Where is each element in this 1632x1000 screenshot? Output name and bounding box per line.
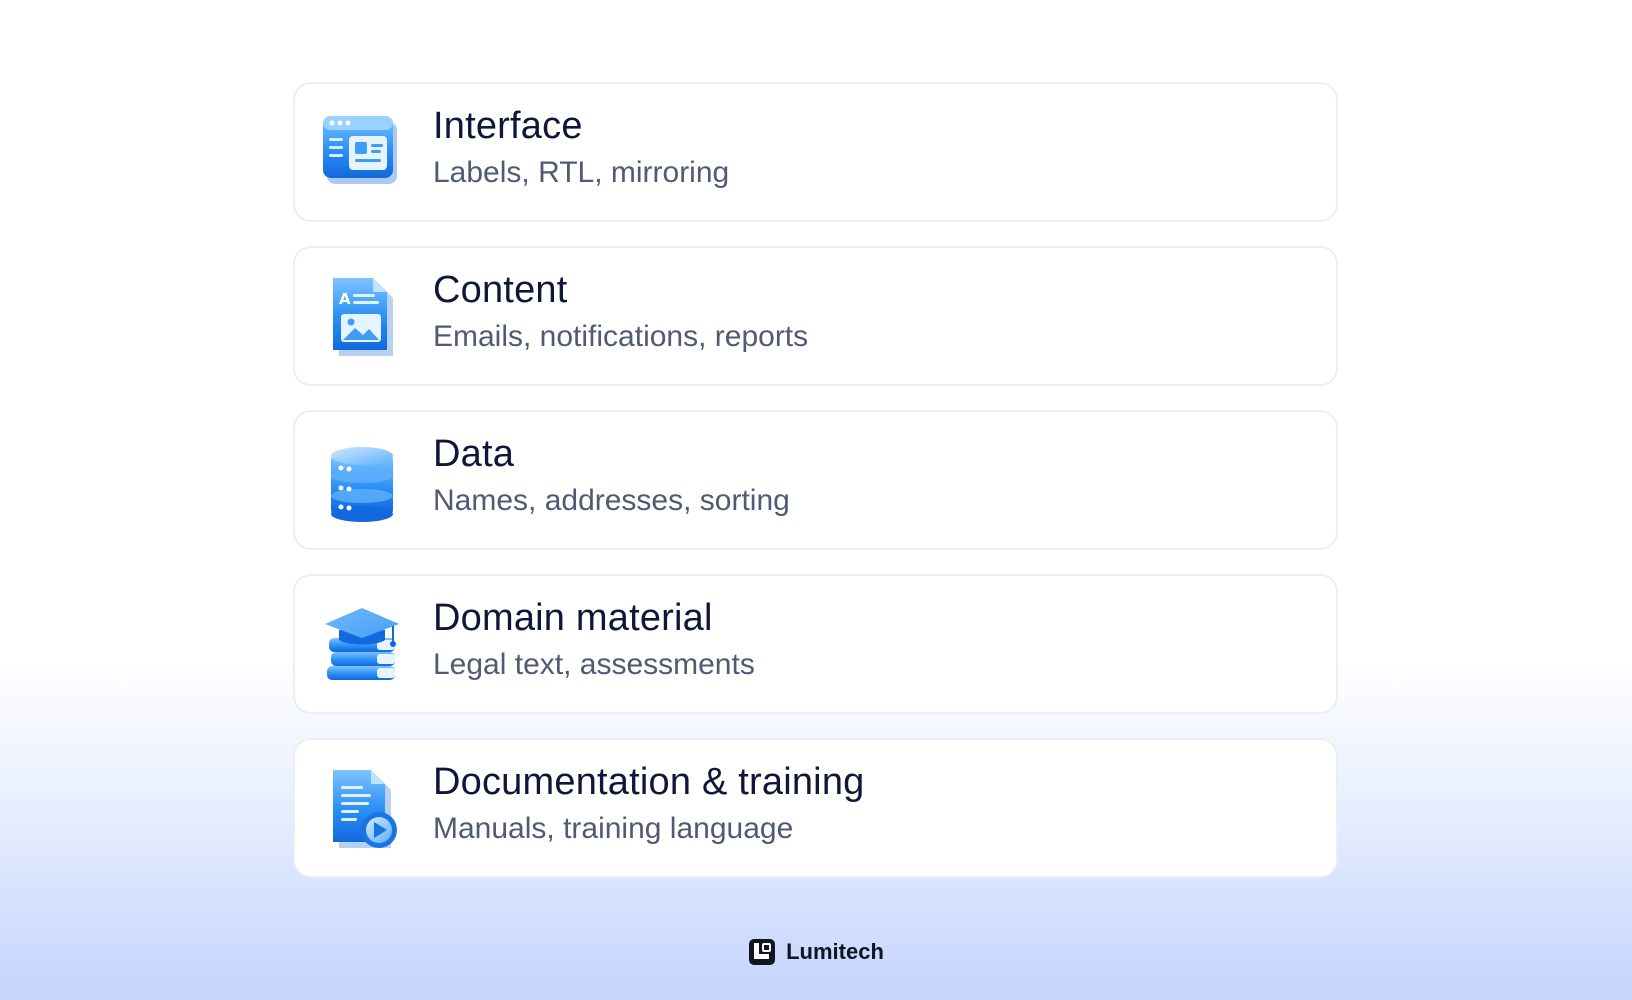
document-image-icon: A: [317, 272, 407, 362]
card-documentation-training: Documentation & training Manuals, traini…: [293, 738, 1338, 878]
graduation-books-icon: [317, 600, 407, 690]
card-content: A Content Emails, notifications, reports: [293, 246, 1338, 386]
card-subtitle: Labels, RTL, mirroring: [433, 156, 730, 189]
card-subtitle: Emails, notifications, reports: [433, 320, 809, 353]
card-subtitle: Manuals, training language: [433, 812, 794, 845]
card-title: Documentation & training: [433, 761, 865, 803]
document-video-icon: [317, 764, 407, 854]
card-title: Content: [433, 269, 568, 311]
brand-name: Lumitech: [786, 939, 884, 964]
card-title: Interface: [433, 105, 583, 147]
card-subtitle: Names, addresses, sorting: [433, 484, 790, 517]
svg-text:A: A: [339, 290, 351, 308]
card-interface: Interface Labels, RTL, mirroring: [293, 82, 1338, 222]
lumitech-logo-icon: [748, 938, 776, 966]
feature-list: Interface Labels, RTL, mirroring A Conte…: [293, 82, 1338, 902]
card-domain-material: Domain material Legal text, assessments: [293, 574, 1338, 714]
footer: Lumitech: [0, 938, 1632, 966]
browser-window-icon: [317, 108, 407, 198]
card-title: Domain material: [433, 597, 713, 639]
database-icon: [317, 436, 407, 526]
card-data: Data Names, addresses, sorting: [293, 410, 1338, 550]
card-title: Data: [433, 433, 515, 475]
card-subtitle: Legal text, assessments: [433, 648, 755, 681]
